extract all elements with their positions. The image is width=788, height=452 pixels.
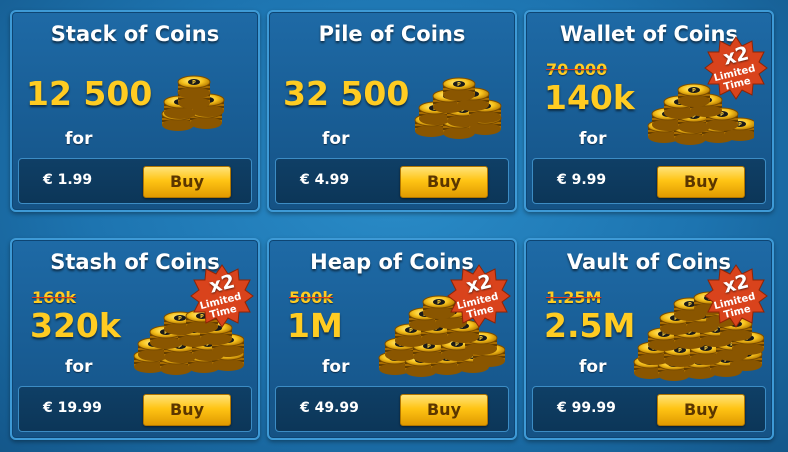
offer-card-stack[interactable]: Stack of Coins 12 500 for € 1.99 Buy: [10, 10, 260, 212]
limited-time-badge: x2 Limited Time: [704, 264, 768, 328]
price-bar: € 4.99 Buy: [275, 158, 509, 204]
buy-button[interactable]: Buy: [400, 394, 488, 426]
offer-card-vault[interactable]: Vault of Coins 1.25M 2.5M for x2 Limited…: [524, 238, 774, 440]
price-bar: € 1.99 Buy: [18, 158, 252, 204]
offer-title: Pile of Coins: [318, 22, 466, 46]
coin-amount: 12 500: [26, 74, 153, 113]
offer-card-stash[interactable]: Stash of Coins 160k 320k for x2 Limited T…: [10, 238, 260, 440]
price-bar: € 9.99 Buy: [532, 158, 766, 204]
offer-title: Stack of Coins: [50, 22, 220, 46]
for-label: for: [65, 357, 93, 377]
old-amount: 1.25M: [546, 288, 602, 307]
coin-amount: 1M: [287, 306, 343, 345]
coin-stack-icon: [161, 75, 225, 132]
buy-button[interactable]: Buy: [400, 166, 488, 198]
price-bar: € 19.99 Buy: [18, 386, 252, 432]
coin-amount: 2.5M: [544, 306, 636, 345]
buy-button[interactable]: Buy: [143, 166, 231, 198]
coin-pile-icon: [414, 77, 502, 140]
for-label: for: [579, 129, 607, 149]
coin-amount: 140k: [544, 78, 635, 117]
price-label: € 49.99: [300, 400, 359, 416]
offer-card-wallet[interactable]: Wallet of Coins 70 000 140k for x2 Limit…: [524, 10, 774, 212]
price-label: € 99.99: [557, 400, 616, 416]
limited-time-badge: x2 Limited Time: [704, 36, 768, 100]
old-amount: 500k: [289, 288, 334, 307]
buy-button[interactable]: Buy: [657, 394, 745, 426]
price-label: € 19.99: [43, 400, 102, 416]
offer-card-heap[interactable]: Heap of Coins 500k 1M for x2 Limited Time…: [267, 238, 517, 440]
offer-card-pile[interactable]: Pile of Coins 32 500 for € 4.99 Buy: [267, 10, 517, 212]
price-bar: € 49.99 Buy: [275, 386, 509, 432]
coin-amount: 320k: [30, 306, 121, 345]
limited-time-badge: x2 Limited Time: [190, 264, 254, 328]
coin-amount: 32 500: [283, 74, 410, 113]
for-label: for: [322, 357, 350, 377]
for-label: for: [65, 129, 93, 149]
price-label: € 1.99: [43, 172, 93, 188]
buy-button[interactable]: Buy: [143, 394, 231, 426]
limited-time-badge: x2 Limited Time: [447, 264, 511, 328]
for-label: for: [579, 357, 607, 377]
old-amount: 160k: [32, 288, 77, 307]
price-label: € 4.99: [300, 172, 350, 188]
for-label: for: [322, 129, 350, 149]
price-bar: € 99.99 Buy: [532, 386, 766, 432]
old-amount: 70 000: [546, 60, 608, 79]
price-label: € 9.99: [557, 172, 607, 188]
buy-button[interactable]: Buy: [657, 166, 745, 198]
